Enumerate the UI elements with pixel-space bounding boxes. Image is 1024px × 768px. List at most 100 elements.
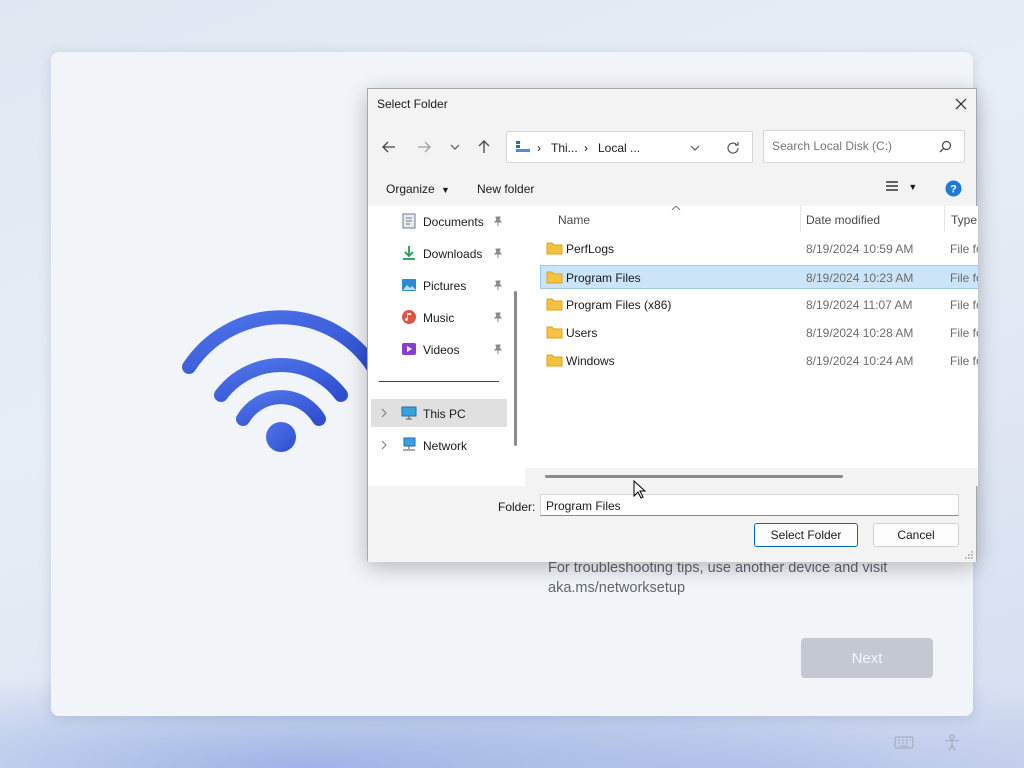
file-date: 8/19/2024 10:59 AM [806,242,914,256]
file-name: PerfLogs [566,242,615,256]
command-bar: Organize ▼ New folder ▼ ? [368,177,976,203]
nav-label: Music [423,311,455,325]
select-folder-button[interactable]: Select Folder [754,523,858,547]
forward-button[interactable] [414,137,434,157]
videos-icon [402,343,416,355]
accessibility-icon[interactable] [943,734,961,752]
arrow-up-icon [478,140,490,153]
mouse-pointer-icon [633,480,647,499]
search-box [763,130,965,163]
organize-button[interactable]: Organize ▼ [386,182,450,196]
file-row[interactable]: PerfLogs 8/19/2024 10:59 AM File fo [541,237,978,261]
column-name[interactable]: Name [525,206,801,232]
file-name: Program Files [566,271,641,285]
nav-item-videos[interactable]: Videos [368,335,514,363]
breadcrumb-this-pc[interactable]: Thi... [551,141,578,155]
folder-icon [546,242,563,255]
organize-dropdown-icon: ▼ [441,185,450,195]
nav-label: Downloads [423,247,483,261]
select-folder-dialog: Select Folder › Thi... › Local ... Searc… [367,88,978,562]
breadcrumb-local-disk[interactable]: Local ... [598,141,640,155]
arrow-right-icon [418,141,431,153]
nav-label: This PC [423,407,466,421]
documents-icon [402,213,416,229]
file-date: 8/19/2024 10:24 AM [806,354,914,368]
dialog-footer: Folder: Program Files Select Folder Canc… [368,486,976,562]
wifi-icon [182,310,380,452]
horizontal-scrollbar-thumb[interactable] [545,475,843,478]
folder-icon [546,354,563,367]
refresh-icon[interactable] [726,141,740,155]
new-folder-button[interactable]: New folder [477,182,534,196]
up-button[interactable] [474,137,494,157]
help-button[interactable]: ? [945,180,962,200]
breadcrumb-separator: › [584,141,588,155]
downloads-icon [403,246,415,260]
view-options-button[interactable]: ▼ [885,180,917,195]
pictures-icon [402,279,416,291]
help-text-line2: aka.ms/networksetup [548,580,686,596]
file-name: Users [566,326,598,340]
folder-icon [546,298,563,311]
arrow-left-icon [382,141,395,153]
column-name-label: Name [558,213,591,227]
expand-chevron-icon[interactable] [380,439,388,453]
this-pc-icon [401,406,417,420]
nav-item-pictures[interactable]: Pictures [368,271,514,299]
nav-item-downloads[interactable]: Downloads [368,239,514,267]
pin-icon [493,215,503,229]
file-date: 8/19/2024 11:07 AM [806,298,913,312]
file-row[interactable]: Program Files (x86) 8/19/2024 11:07 AM F… [541,293,978,317]
file-type: File fo [950,354,978,368]
nav-label: Pictures [423,279,467,293]
sort-ascending-icon [671,206,681,211]
back-button[interactable] [379,137,399,157]
resize-grip-icon[interactable] [964,550,974,560]
dialog-title: Select Folder [377,97,448,111]
folder-name-input[interactable]: Program Files [540,494,959,516]
nav-item-network[interactable]: Network [368,431,514,459]
search-input[interactable] [772,139,932,153]
expand-chevron-icon[interactable] [380,407,388,421]
column-type[interactable]: Type [945,206,978,232]
nav-item-this-pc[interactable]: This PC [371,399,507,427]
chevron-down-icon [450,144,460,150]
file-list: Name Date modified Type PerfLogs 8/19/20… [525,206,978,486]
file-name: Windows [566,354,615,368]
folder-icon [546,326,563,339]
column-date-label: Date modified [806,213,881,227]
nav-scrollbar[interactable] [514,291,517,446]
address-dropdown-icon[interactable] [690,144,700,152]
close-icon [955,98,967,110]
music-icon [402,310,416,324]
pin-icon [493,343,503,357]
organize-label: Organize [386,182,435,196]
folder-label: Folder: [498,500,536,514]
file-row[interactable]: Windows 8/19/2024 10:24 AM File fo [541,349,978,373]
help-icon: ? [945,180,962,197]
navigation-pane: Documents Downloads Pictures Music Video [368,206,517,486]
file-row-selected[interactable]: Program Files 8/19/2024 10:23 AM File fo [540,265,978,289]
column-type-label: Type [951,213,978,227]
search-icon[interactable] [939,140,952,153]
list-view-icon [886,181,898,191]
folder-icon [546,271,563,284]
dialog-titlebar[interactable]: Select Folder [368,89,976,119]
recent-locations-button[interactable] [445,137,465,157]
column-date[interactable]: Date modified [801,206,945,232]
navigation-bar: › Thi... › Local ... [368,127,976,167]
nav-item-music[interactable]: Music [368,303,514,331]
file-row[interactable]: Users 8/19/2024 10:28 AM File fo [541,321,978,345]
nav-label: Documents [423,215,484,229]
next-button[interactable]: Next [801,638,933,678]
breadcrumb-separator: › [537,141,541,155]
nav-item-documents[interactable]: Documents [368,207,514,235]
file-type: File fo [950,326,978,340]
keyboard-icon[interactable] [894,734,914,750]
cancel-button[interactable]: Cancel [873,523,959,547]
this-pc-small-icon [516,141,530,152]
file-date: 8/19/2024 10:23 AM [806,271,914,285]
pin-icon [493,311,503,325]
close-button[interactable] [946,89,976,119]
address-bar[interactable]: › Thi... › Local ... [506,131,753,163]
